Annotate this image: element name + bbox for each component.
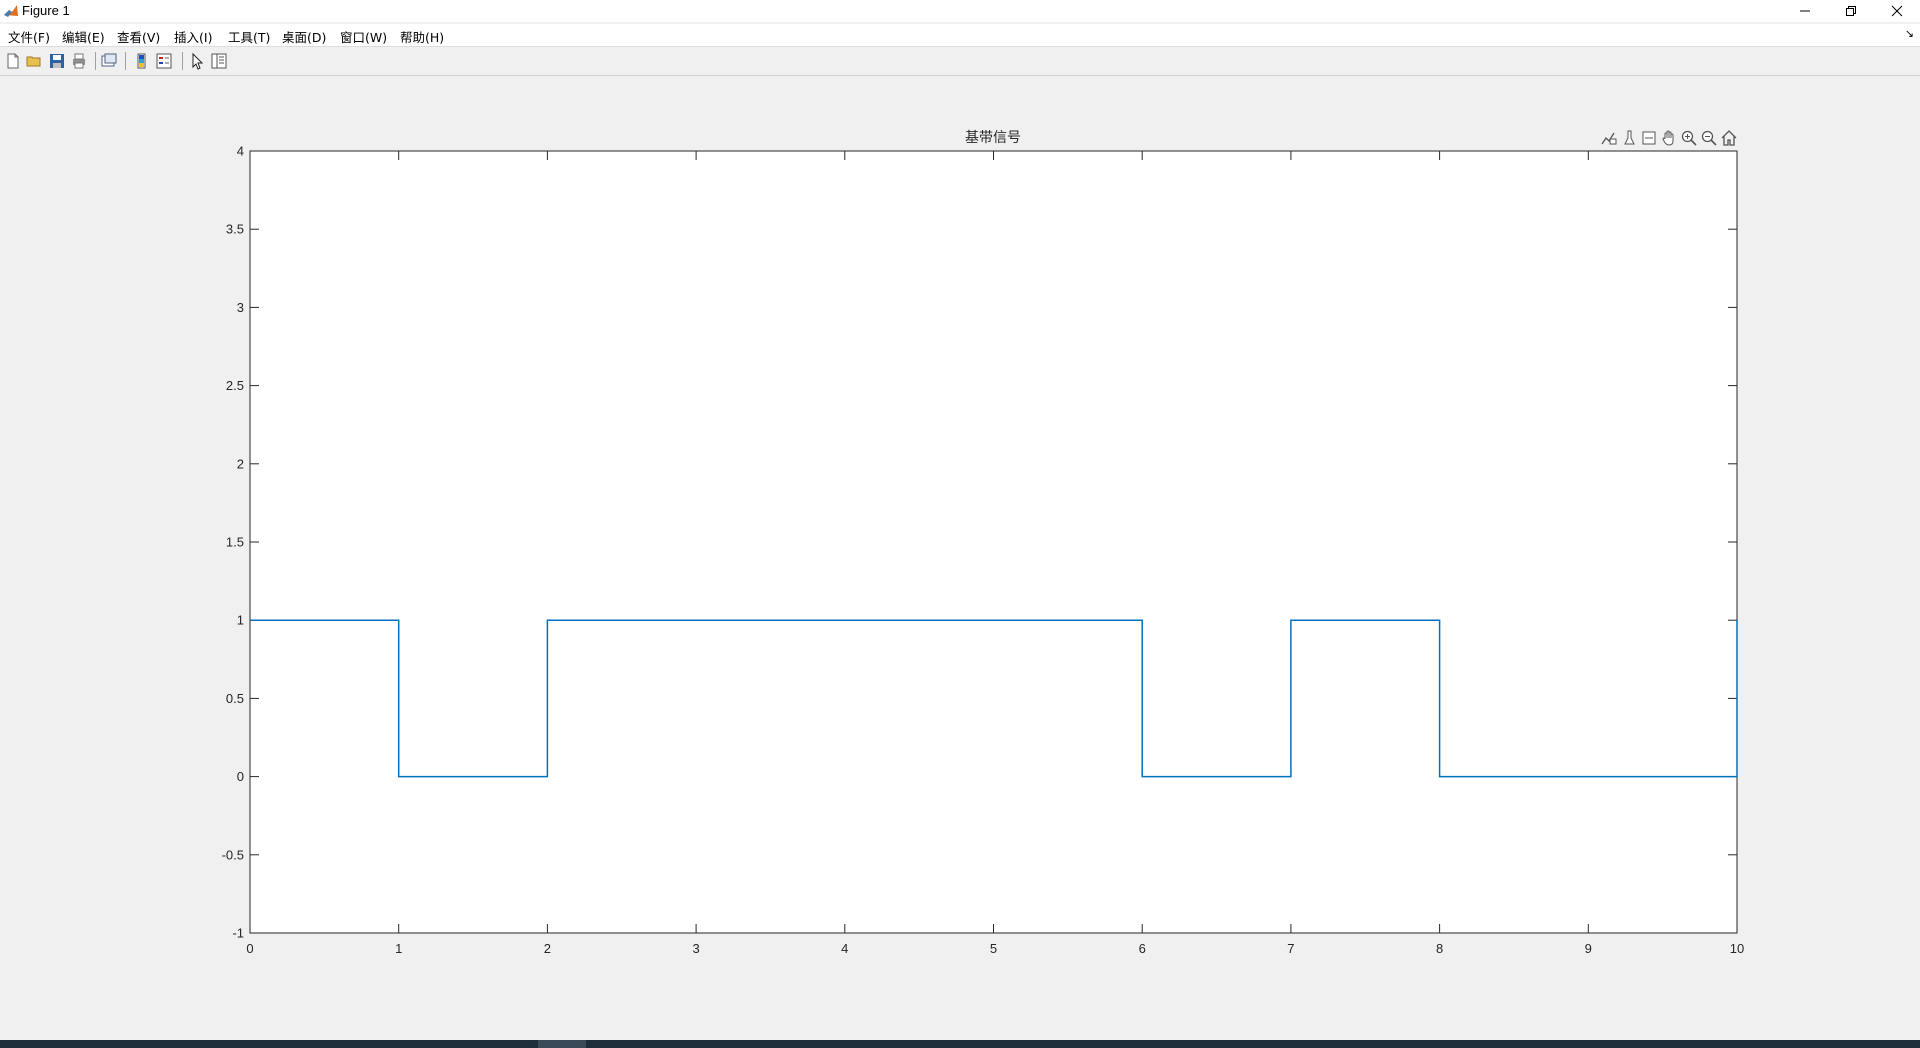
menu-insert[interactable]: 插入(I): [174, 27, 212, 46]
x-tick-label: 7: [1287, 941, 1294, 956]
zoom-out-icon[interactable]: [1700, 129, 1718, 147]
y-tick-label: 1.5: [226, 535, 244, 550]
window-titlebar: Figure 1: [0, 0, 1920, 22]
brush-icon[interactable]: [1620, 129, 1638, 147]
x-tick-label: 6: [1139, 941, 1146, 956]
y-tick-label: 2.5: [226, 378, 244, 393]
y-tick-label: -1: [232, 926, 244, 941]
edit-plot-icon[interactable]: [188, 52, 206, 70]
y-tick-label: -0.5: [222, 847, 244, 862]
menu-bar: 文件(F) 编辑(E) 查看(V) 插入(I) 工具(T) 桌面(D) 窗口(W…: [0, 24, 1920, 47]
minimize-icon: [1800, 10, 1810, 12]
y-tick-label: 3.5: [226, 222, 244, 237]
link-plot-icon[interactable]: [100, 52, 118, 70]
property-inspector-icon[interactable]: [210, 52, 228, 70]
menu-view[interactable]: 查看(V): [117, 27, 160, 46]
x-tick-label: 4: [841, 941, 848, 956]
axes-box: [249, 150, 1738, 934]
x-tick-label: 2: [544, 941, 551, 956]
zoom-in-icon[interactable]: [1680, 129, 1698, 147]
toolbar-separator: [95, 52, 96, 70]
axes-toolbar: [1600, 129, 1738, 149]
figure-toolbar: [0, 47, 1920, 76]
close-button[interactable]: [1874, 0, 1920, 22]
window-title: Figure 1: [22, 3, 70, 18]
y-tick-label: 4: [237, 144, 244, 159]
menu-tools[interactable]: 工具(T): [228, 27, 270, 46]
pan-icon[interactable]: [1660, 129, 1678, 147]
minimize-button[interactable]: [1782, 0, 1828, 22]
y-tick-label: 0: [237, 769, 244, 784]
menu-file[interactable]: 文件(F): [8, 27, 50, 46]
toolbar-separator: [182, 52, 183, 70]
home-icon[interactable]: [1720, 129, 1738, 147]
x-tick-label: 3: [692, 941, 699, 956]
y-tick-label: 3: [237, 300, 244, 315]
matlab-icon: [4, 5, 18, 17]
taskbar-active-app[interactable]: [538, 1040, 586, 1048]
plot-axes[interactable]: 0 1 2 3 4 5 6 7 8 9 10 -1 -0.5 0 0.5 1 1.5 2 2.5 3 3.5 4 基带信…: [0, 76, 1920, 1038]
os-taskbar: [0, 1040, 1920, 1048]
menu-window[interactable]: 窗口(W): [340, 27, 387, 46]
x-tick-label: 5: [990, 941, 997, 956]
menu-edit[interactable]: 编辑(E): [62, 27, 105, 46]
print-icon[interactable]: [70, 52, 88, 70]
new-figure-icon[interactable]: [4, 52, 22, 70]
x-tick-label: 10: [1730, 941, 1744, 956]
restore-button[interactable]: [1828, 0, 1874, 22]
data-tips-icon[interactable]: [1600, 129, 1618, 147]
x-tick-label: 8: [1436, 941, 1443, 956]
open-icon[interactable]: [25, 52, 43, 70]
insert-legend-icon[interactable]: [155, 52, 173, 70]
menu-desktop[interactable]: 桌面(D): [282, 27, 326, 46]
toolbar-separator: [125, 52, 126, 70]
y-tick-label: 2: [237, 456, 244, 471]
figure-canvas: 0 1 2 3 4 5 6 7 8 9 10 -1 -0.5 0 0.5 1 1.5 2 2.5 3 3.5 4 基带信…: [0, 76, 1920, 1038]
restore-view-toggle-icon[interactable]: [1640, 129, 1658, 147]
dock-arrow-icon[interactable]: ↘: [1905, 27, 1914, 40]
y-tick-label: 0.5: [226, 691, 244, 706]
restore-icon: [1846, 6, 1856, 16]
x-tick-label: 1: [395, 941, 402, 956]
close-icon: [1891, 5, 1903, 17]
insert-colorbar-icon[interactable]: [133, 52, 151, 70]
menu-help[interactable]: 帮助(H): [400, 27, 444, 46]
y-tick-label: 1: [237, 613, 244, 628]
x-tick-label: 0: [246, 941, 253, 956]
x-tick-label: 9: [1585, 941, 1592, 956]
chart-title: 基带信号: [965, 129, 1021, 146]
save-icon[interactable]: [48, 52, 66, 70]
